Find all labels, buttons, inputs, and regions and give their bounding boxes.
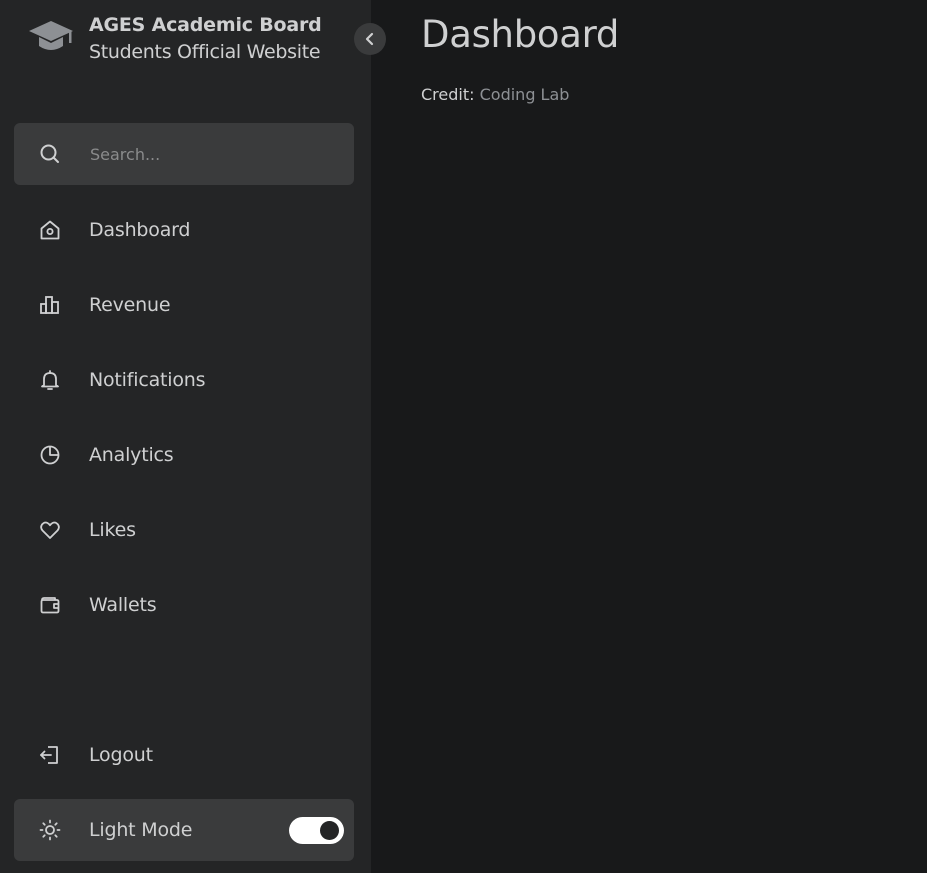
logout-icon <box>38 743 62 767</box>
page-title: Dashboard <box>421 13 620 56</box>
credit-link[interactable]: Coding Lab <box>480 85 570 104</box>
credit-label: Credit: <box>421 85 475 104</box>
brand-name: AGES Academic Board <box>89 14 322 36</box>
search-box[interactable] <box>14 123 354 185</box>
sidebar-item-revenue[interactable]: Revenue <box>14 274 354 336</box>
sidebar-item-label: Likes <box>89 519 136 541</box>
sidebar-item-label: Wallets <box>89 594 157 616</box>
wallet-icon <box>38 593 62 617</box>
dark-mode-toggle[interactable] <box>289 817 344 844</box>
toggle-knob <box>320 821 339 840</box>
graduation-cap-icon <box>28 18 74 58</box>
chevron-left-icon <box>363 32 377 46</box>
sidebar: AGES Academic Board Students Official We… <box>0 0 386 873</box>
sidebar-collapse-button[interactable] <box>354 23 386 55</box>
sidebar-item-label: Notifications <box>89 369 206 391</box>
sidebar-item-label: Revenue <box>89 294 171 316</box>
logout-label: Logout <box>89 744 153 766</box>
light-mode-label: Light Mode <box>89 819 193 841</box>
bar-chart-icon <box>38 293 62 317</box>
sidebar-item-likes[interactable]: Likes <box>14 499 354 561</box>
credit-line: Credit: Coding Lab <box>421 83 569 107</box>
main-content: Dashboard Credit: Coding Lab <box>371 0 927 873</box>
home-icon <box>38 218 62 242</box>
sun-icon <box>38 818 62 842</box>
pie-chart-icon <box>38 443 62 467</box>
heart-icon <box>38 518 62 542</box>
bell-icon <box>38 368 62 392</box>
sidebar-item-notifications[interactable]: Notifications <box>14 349 354 411</box>
sidebar-item-label: Dashboard <box>89 219 191 241</box>
sidebar-item-label: Analytics <box>89 444 174 466</box>
sidebar-item-analytics[interactable]: Analytics <box>14 424 354 486</box>
search-input[interactable] <box>88 139 338 169</box>
light-mode-row[interactable]: Light Mode <box>14 799 354 861</box>
sidebar-item-logout[interactable]: Logout <box>14 724 354 786</box>
sidebar-item-wallets[interactable]: Wallets <box>14 574 354 636</box>
brand: AGES Academic Board Students Official We… <box>28 12 322 63</box>
sidebar-item-dashboard[interactable]: Dashboard <box>14 199 354 261</box>
brand-subtitle: Students Official Website <box>89 41 321 63</box>
search-icon <box>38 142 62 166</box>
brand-text: AGES Academic Board Students Official We… <box>89 12 322 66</box>
